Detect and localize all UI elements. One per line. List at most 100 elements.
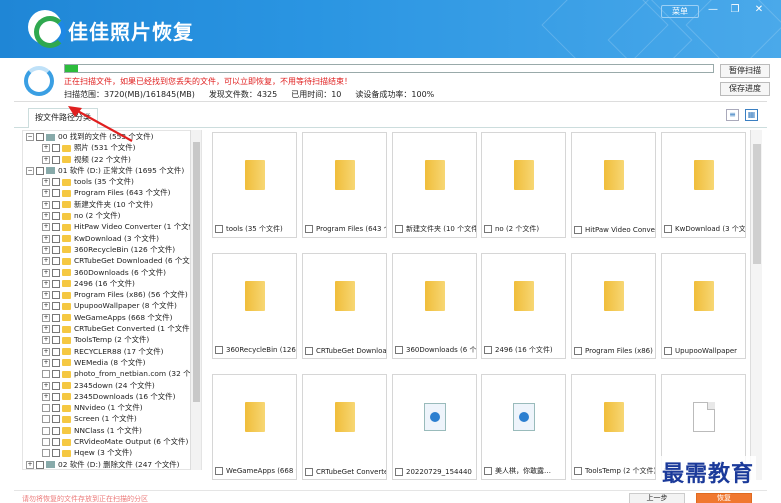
grid-scrollbar[interactable]	[750, 130, 762, 480]
previous-step-button[interactable]: 上一步	[629, 493, 685, 503]
tree-checkbox[interactable]	[52, 392, 60, 401]
expand-toggle-icon[interactable]: +	[42, 189, 50, 198]
file-card[interactable]: ToolsTemp (2 个文件)	[571, 374, 656, 480]
tree-item[interactable]: NNvideo (1 个文件)	[23, 402, 201, 413]
recover-button[interactable]: 恢复	[696, 493, 752, 503]
tree-item[interactable]: +360RecycleBin (126 个文件)	[23, 244, 201, 255]
tree-item[interactable]: + 视频 (22 个文件)	[23, 154, 201, 165]
expand-toggle-icon[interactable]	[42, 438, 50, 447]
expand-toggle-icon[interactable]: +	[42, 144, 50, 153]
tree-item[interactable]: + CRTubeGet Converted (1 个文件)	[23, 323, 201, 334]
expand-toggle-icon[interactable]: +	[42, 358, 50, 367]
tree-item[interactable]: NNClass (1 个文件)	[23, 425, 201, 436]
tree-checkbox[interactable]	[52, 438, 60, 447]
expand-toggle-icon[interactable]: +	[42, 234, 50, 243]
tree-item[interactable]: + WeGameApps (668 个文件)	[23, 312, 201, 323]
tree-item[interactable]: CRVideoMate Output (6 个文件)	[23, 436, 201, 447]
card-checkbox[interactable]	[395, 225, 403, 233]
card-checkbox[interactable]	[484, 346, 492, 354]
tree-item[interactable]: + UpupooWallpaper (8 个文件)	[23, 300, 201, 311]
tree-checkbox[interactable]	[36, 166, 44, 175]
card-checkbox[interactable]	[305, 347, 313, 355]
tree-item[interactable]: +2345down (24 个文件)	[23, 380, 201, 391]
expand-toggle-icon[interactable]: +	[42, 245, 50, 254]
expand-toggle-icon[interactable]: +	[42, 336, 50, 345]
tree-item[interactable]: + HitPaw Video Converter (1 个文件)	[23, 221, 201, 232]
tree-checkbox[interactable]	[36, 460, 44, 469]
file-card[interactable]: KwDownload (3 个文件)	[661, 132, 746, 238]
expand-toggle-icon[interactable]: +	[42, 200, 50, 209]
tree-checkbox[interactable]	[52, 212, 60, 221]
tree-checkbox[interactable]	[52, 302, 60, 311]
tree-item[interactable]: +360Downloads (6 个文件)	[23, 267, 201, 278]
file-card[interactable]: 360RecycleBin (126 个文件)	[212, 253, 297, 359]
tree-checkbox[interactable]	[52, 234, 60, 243]
pause-scan-button[interactable]: 暂停扫描	[720, 64, 770, 78]
tree-checkbox[interactable]	[52, 325, 60, 334]
tree-item[interactable]: +02 软件 (D:) 删除文件 (247 个文件)	[23, 459, 201, 469]
tree-item[interactable]: + CRTubeGet Downloaded (6 个文件)	[23, 255, 201, 266]
expand-toggle-icon[interactable]: +	[42, 381, 50, 390]
tree-checkbox[interactable]	[52, 358, 60, 367]
expand-toggle-icon[interactable]: +	[42, 279, 50, 288]
card-checkbox[interactable]	[305, 225, 313, 233]
tree-checkbox[interactable]	[52, 178, 60, 187]
expand-toggle-icon[interactable]: +	[42, 291, 50, 300]
card-checkbox[interactable]	[305, 468, 313, 476]
file-card[interactable]: WeGameApps (668 个文件)	[212, 374, 297, 480]
tree-checkbox[interactable]	[52, 155, 60, 164]
tree-checkbox[interactable]	[52, 370, 60, 379]
tree-item[interactable]: + 照片 (531 个文件)	[23, 142, 201, 153]
file-card[interactable]: Program Files (x86)	[571, 253, 656, 359]
card-checkbox[interactable]	[215, 467, 223, 475]
restore-icon[interactable]: ❐	[728, 4, 742, 15]
tree-checkbox[interactable]	[52, 404, 60, 413]
expand-toggle-icon[interactable]: +	[42, 155, 50, 164]
card-checkbox[interactable]	[484, 467, 492, 475]
tree-checkbox[interactable]	[52, 449, 60, 458]
expand-toggle-icon[interactable]: +	[42, 223, 50, 232]
tree-checkbox[interactable]	[36, 133, 44, 141]
file-card[interactable]: CRTubeGet Downloaded	[302, 253, 387, 359]
tree-item[interactable]: − 00 找到的文件 (553 个文件)	[23, 131, 201, 142]
save-progress-button[interactable]: 保存进度	[720, 82, 770, 96]
tree-checkbox[interactable]	[52, 200, 60, 209]
file-card[interactable]: tools (35 个文件)	[212, 132, 297, 238]
tree-checkbox[interactable]	[52, 189, 60, 198]
expand-toggle-icon[interactable]: +	[42, 313, 50, 322]
file-card[interactable]: 2496 (16 个文件)	[481, 253, 566, 359]
expand-toggle-icon[interactable]: +	[26, 460, 34, 469]
tree-checkbox[interactable]	[52, 336, 60, 345]
expand-toggle-icon[interactable]: +	[42, 178, 50, 187]
tree-item[interactable]: + ToolsTemp (2 个文件)	[23, 334, 201, 345]
tree-checkbox[interactable]	[52, 257, 60, 266]
tree-checkbox[interactable]	[52, 381, 60, 390]
tree-item[interactable]: Hqew (3 个文件)	[23, 447, 201, 458]
tree-item[interactable]: + Program Files (x86) (56 个文件)	[23, 289, 201, 300]
card-checkbox[interactable]	[574, 467, 582, 475]
expand-toggle-icon[interactable]: +	[42, 325, 50, 334]
tree-checkbox[interactable]	[52, 279, 60, 288]
close-icon[interactable]: ✕	[752, 4, 766, 15]
expand-toggle-icon[interactable]: −	[26, 166, 34, 175]
file-card[interactable]: no (2 个文件)	[481, 132, 566, 238]
expand-toggle-icon[interactable]: +	[42, 302, 50, 311]
tree-checkbox[interactable]	[52, 245, 60, 254]
tree-checkbox[interactable]	[52, 347, 60, 356]
tree-item[interactable]: +2345Downloads (16 个文件)	[23, 391, 201, 402]
expand-toggle-icon[interactable]	[42, 449, 50, 458]
tree-checkbox[interactable]	[52, 291, 60, 300]
expand-toggle-icon[interactable]	[42, 426, 50, 435]
tree-scrollbar[interactable]	[190, 130, 201, 470]
card-checkbox[interactable]	[395, 346, 403, 354]
menu-button[interactable]: 菜单	[661, 5, 699, 18]
grid-view-icon[interactable]: ▦	[745, 109, 758, 121]
expand-toggle-icon[interactable]: +	[42, 347, 50, 356]
tree-item[interactable]: + WEMedia (8 个文件)	[23, 357, 201, 368]
file-card[interactable]: UpupooWallpaper	[661, 253, 746, 359]
tree-item[interactable]: Screen (1 个文件)	[23, 413, 201, 424]
tree-item[interactable]: photo_from_netbian.com (32 个文件)	[23, 368, 201, 379]
tree-checkbox[interactable]	[52, 223, 60, 232]
expand-toggle-icon[interactable]: +	[42, 268, 50, 277]
tree-item[interactable]: + Program Files (643 个文件)	[23, 187, 201, 198]
